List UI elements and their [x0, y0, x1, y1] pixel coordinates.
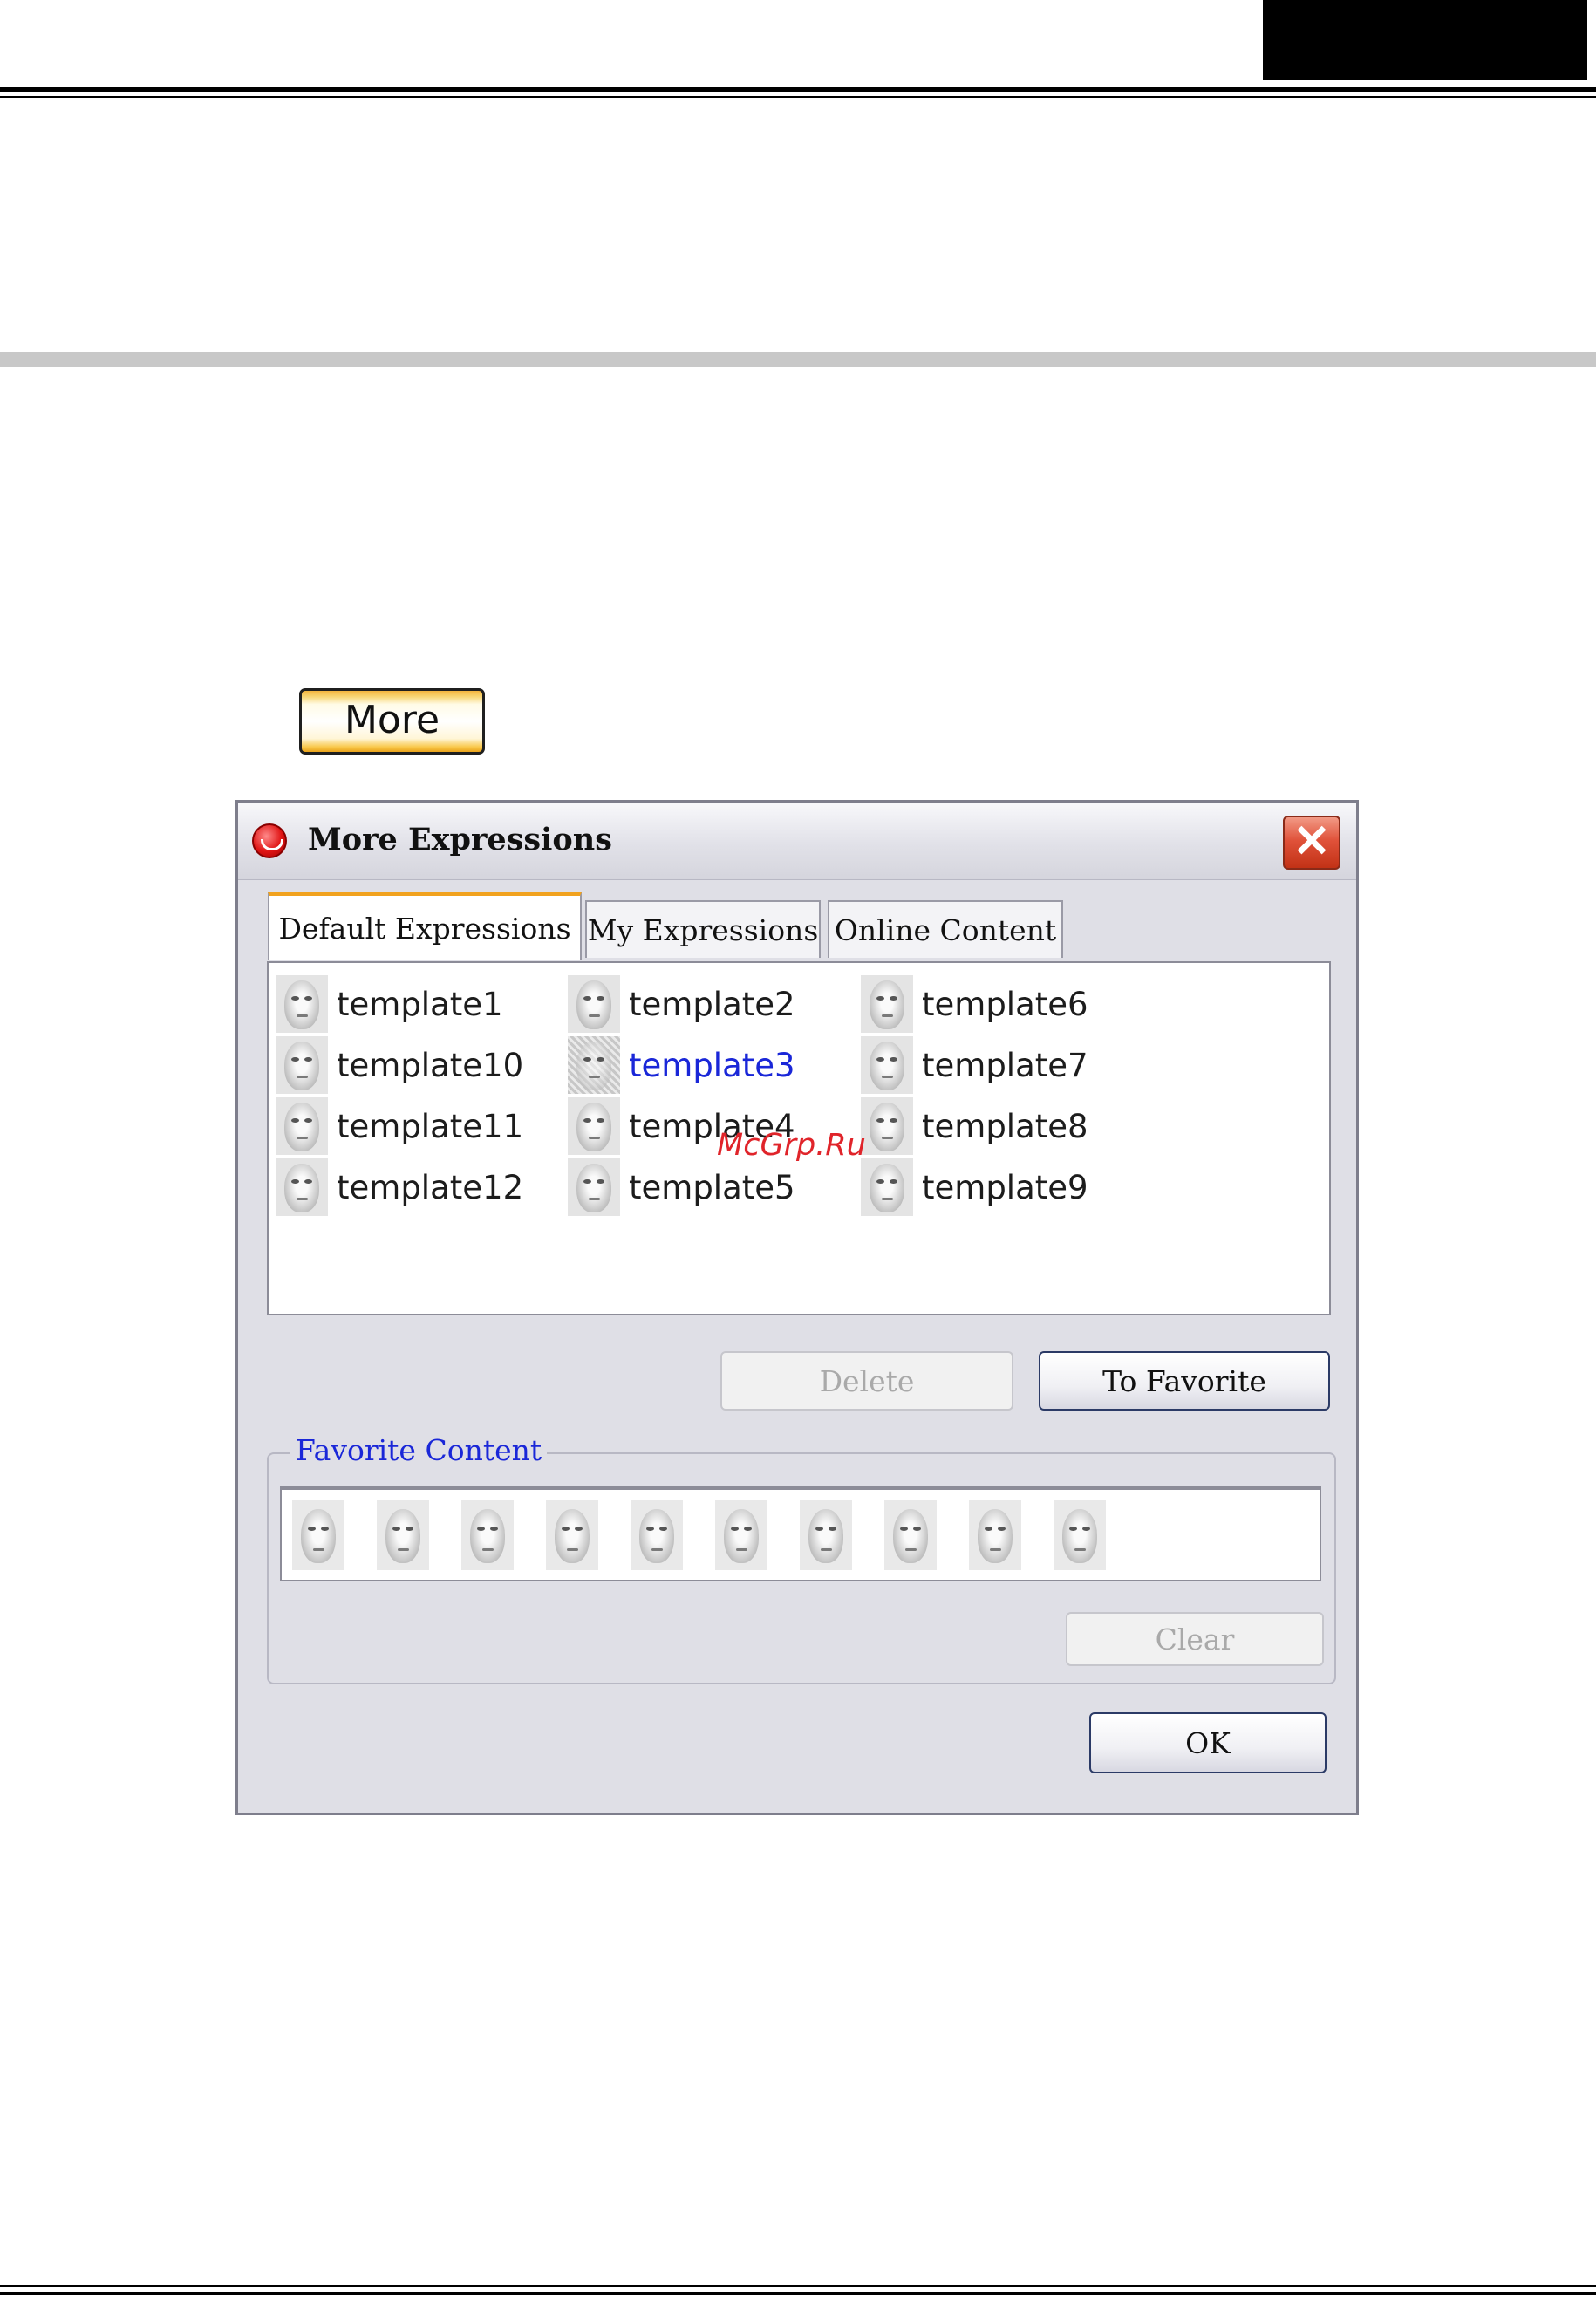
face-icon	[861, 1036, 913, 1094]
list-item-label: template6	[922, 985, 1088, 1023]
face-icon	[276, 975, 328, 1033]
face-icon	[861, 1158, 913, 1216]
list-item-label: template1	[337, 985, 503, 1023]
list-item[interactable]: template9	[861, 1157, 1088, 1218]
header-rule-thin	[0, 96, 1596, 98]
face-icon	[276, 1097, 328, 1155]
delete-button[interactable]: Delete	[720, 1351, 1013, 1411]
clear-button[interactable]: Clear	[1066, 1612, 1324, 1666]
favorite-face-icon[interactable]	[546, 1499, 598, 1570]
header-black-block	[1263, 0, 1587, 80]
watermark-text: McGrp.Ru	[717, 1128, 866, 1163]
list-item-label: template9	[922, 1168, 1088, 1206]
favorite-face-icon[interactable]	[631, 1499, 683, 1570]
more-expressions-dialog: More Expressions ✕ Default Expressions M…	[235, 800, 1359, 1815]
list-item-label: template3	[629, 1046, 795, 1084]
close-button[interactable]: ✕	[1283, 816, 1340, 870]
list-item[interactable]: template8	[861, 1096, 1088, 1157]
list-item-label: template7	[922, 1046, 1088, 1084]
list-item[interactable]: template6	[861, 973, 1088, 1035]
favorite-content-strip	[280, 1486, 1321, 1581]
face-icon	[568, 1158, 620, 1216]
face-icon	[276, 1158, 328, 1216]
template-column-3: template6 template7 template8 template9	[861, 973, 1088, 1218]
list-item[interactable]: template10	[276, 1035, 523, 1096]
face-icon	[861, 975, 913, 1033]
tab-default-expressions[interactable]: Default Expressions	[268, 892, 582, 960]
list-item[interactable]: template11	[276, 1096, 523, 1157]
face-icon	[568, 1097, 620, 1155]
list-item-label: template2	[629, 985, 795, 1023]
list-item-label: template12	[337, 1168, 524, 1206]
template-column-1: template1 template10 template11 template…	[276, 973, 523, 1218]
list-item[interactable]: template1	[276, 973, 523, 1035]
tab-online-content[interactable]: Online Content	[828, 900, 1063, 958]
list-item-label: template10	[337, 1046, 524, 1084]
face-icon	[568, 975, 620, 1033]
favorite-content-legend: Favorite Content	[290, 1433, 548, 1467]
list-item-label: template5	[629, 1168, 795, 1206]
favorite-face-icon[interactable]	[884, 1499, 937, 1570]
favorite-face-icon[interactable]	[715, 1499, 767, 1570]
list-item[interactable]: template2	[568, 973, 795, 1035]
face-icon	[568, 1036, 620, 1094]
favorite-face-icon[interactable]	[1054, 1499, 1106, 1570]
list-item[interactable]: template12	[276, 1157, 523, 1218]
favorite-face-icon[interactable]	[377, 1499, 429, 1570]
list-item-label: template8	[922, 1107, 1088, 1145]
list-item[interactable]: template5	[568, 1157, 795, 1218]
to-favorite-button[interactable]: To Favorite	[1039, 1351, 1330, 1411]
app-icon	[252, 823, 287, 858]
list-item-label: template11	[337, 1107, 524, 1145]
favorite-face-icon[interactable]	[969, 1499, 1021, 1570]
footer-rule	[0, 2292, 1596, 2295]
tab-my-expressions[interactable]: My Expressions	[585, 900, 821, 958]
face-icon	[861, 1097, 913, 1155]
list-item[interactable]: template7	[861, 1035, 1088, 1096]
more-button[interactable]: More	[299, 688, 485, 755]
dialog-titlebar: More Expressions ✕	[238, 803, 1356, 880]
header-rule	[0, 87, 1596, 92]
favorite-face-icon[interactable]	[800, 1499, 852, 1570]
footer-rule-thin	[0, 2285, 1596, 2287]
template-column-2: template2 template3 template4 template5	[568, 973, 795, 1218]
favorite-face-icon[interactable]	[461, 1499, 514, 1570]
ok-button[interactable]: OK	[1089, 1712, 1327, 1773]
dialog-title: More Expressions	[308, 822, 612, 857]
favorite-face-icon[interactable]	[292, 1499, 344, 1570]
close-icon: ✕	[1292, 816, 1331, 867]
list-item-selected[interactable]: template3	[568, 1035, 795, 1096]
face-icon	[276, 1036, 328, 1094]
section-divider	[0, 352, 1596, 367]
